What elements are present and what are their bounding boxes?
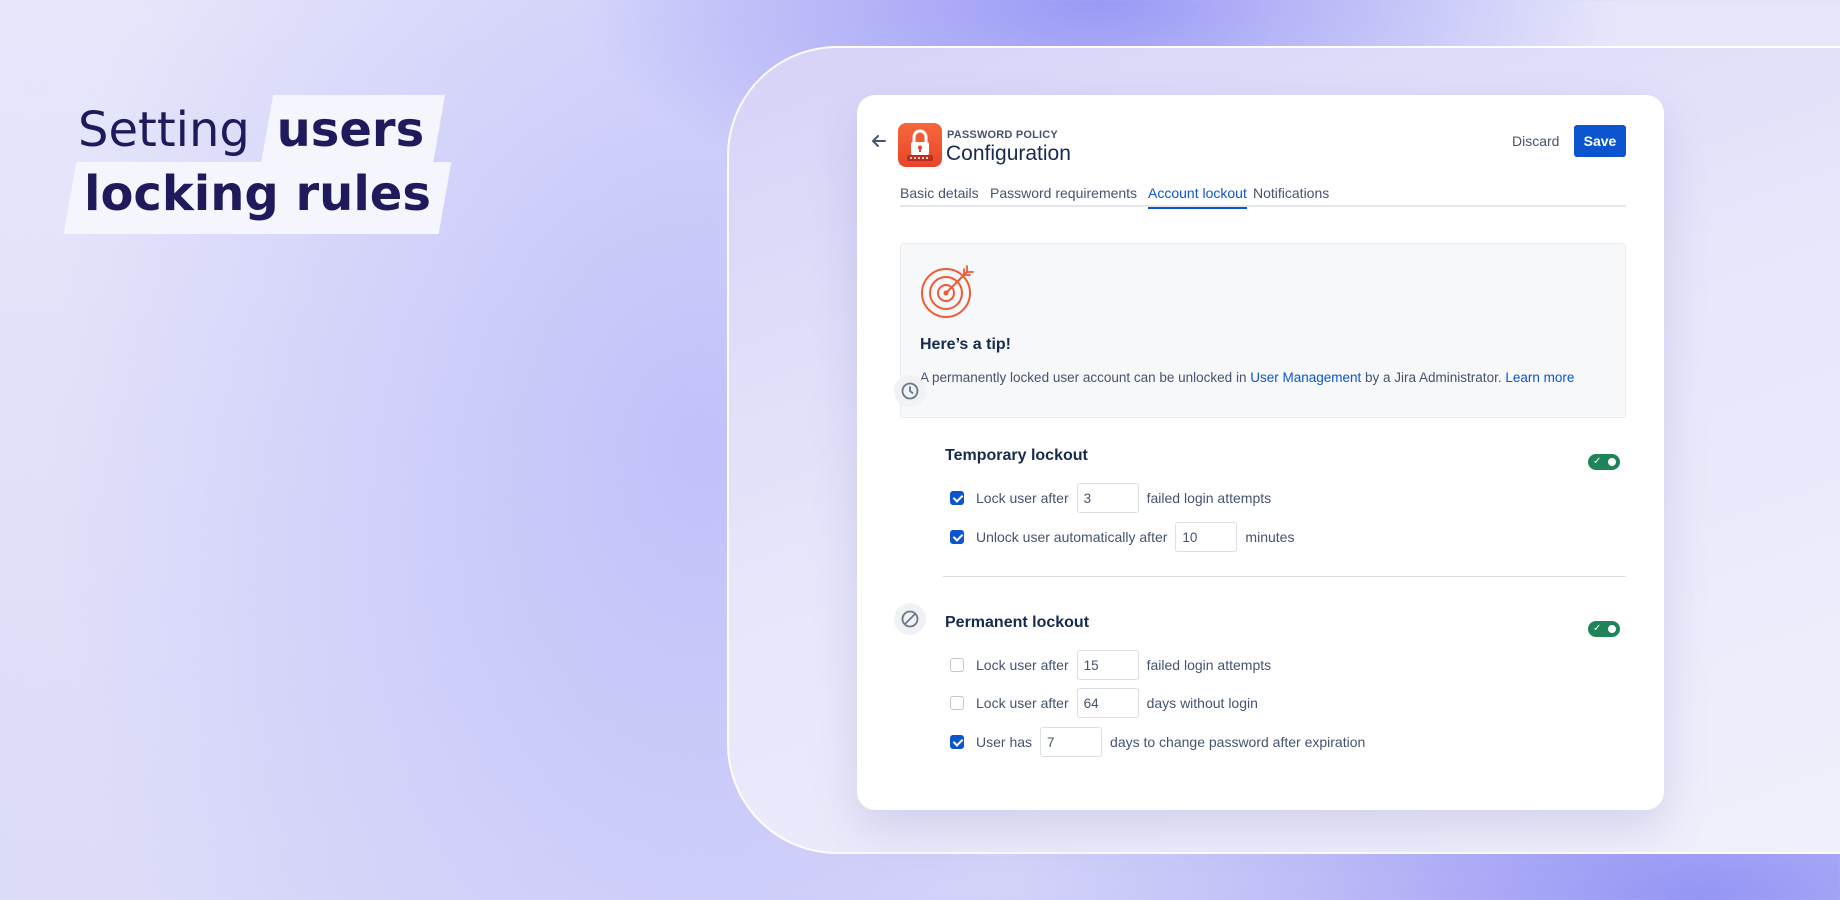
toggle-knob: [1606, 623, 1618, 635]
row-label-before: Lock user after: [976, 695, 1069, 711]
back-arrow-icon[interactable]: [869, 131, 889, 151]
row-label-after: days to change password after expiration: [1110, 734, 1366, 750]
temporary-unlock-checkbox[interactable]: [950, 530, 964, 544]
tip-text-before: A permanently locked user account can be…: [920, 370, 1251, 385]
tip-text: A permanently locked user account can be…: [920, 370, 1574, 385]
permanent-password-expiration-checkbox[interactable]: [950, 735, 964, 749]
tab-basic-details[interactable]: Basic details: [900, 185, 979, 207]
clock-icon: [894, 375, 926, 407]
save-button[interactable]: Save: [1574, 125, 1626, 157]
row-label-before: Unlock user automatically after: [976, 529, 1168, 545]
tab-bar: Basic details Password requirements Acco…: [900, 185, 1626, 209]
row-label-before: User has: [976, 734, 1033, 750]
permanent-days-without-login-input[interactable]: [1076, 688, 1139, 718]
headline-line-1: Setting users: [78, 96, 445, 164]
row-label-after: failed login attempts: [1146, 657, 1272, 673]
temporary-lockout-toggle[interactable]: ✓: [1588, 454, 1620, 470]
permanent-lockout-title: Permanent lockout: [945, 614, 1090, 631]
row-label-after: minutes: [1245, 529, 1295, 545]
target-icon: [921, 265, 974, 318]
lock-app-icon: [898, 123, 942, 167]
check-icon: ✓: [1593, 623, 1602, 634]
headline-highlight-users: users: [267, 96, 439, 164]
permanent-row-lock-attempts: Lock user after failed login attempts: [950, 650, 1271, 680]
page-title: Configuration: [946, 142, 1071, 165]
headline-text-setting: Setting: [78, 102, 250, 158]
row-label-before: Lock user after: [976, 490, 1069, 506]
temporary-lock-attempts-checkbox[interactable]: [950, 491, 964, 505]
marketing-headline: Setting users locking rules: [78, 96, 445, 228]
app-category-label: PASSWORD POLICY: [947, 129, 1058, 141]
permanent-lockout-toggle[interactable]: ✓: [1588, 621, 1620, 637]
section-divider: [943, 576, 1626, 577]
row-label-before: Lock user after: [976, 657, 1069, 673]
toggle-knob: [1606, 456, 1618, 468]
block-icon: [894, 603, 926, 635]
learn-more-link[interactable]: Learn more: [1505, 370, 1574, 385]
headline-text-locking-rules: locking rules: [84, 166, 431, 222]
permanent-row-password-expiration: User has days to change password after e…: [950, 727, 1365, 757]
permanent-lock-attempts-checkbox[interactable]: [950, 658, 964, 672]
temporary-row-unlock-minutes: Unlock user automatically after minutes: [950, 522, 1294, 552]
tip-text-middle: by a Jira Administrator.: [1361, 370, 1506, 385]
permanent-password-expiration-input[interactable]: [1040, 727, 1103, 757]
permanent-days-without-login-checkbox[interactable]: [950, 696, 964, 710]
temporary-row-lock-attempts: Lock user after failed login attempts: [950, 483, 1271, 513]
discard-button[interactable]: Discard: [1512, 133, 1559, 149]
headline-text-users: users: [276, 102, 425, 158]
permanent-lock-attempts-input[interactable]: [1076, 650, 1139, 680]
tab-password-requirements[interactable]: Password requirements: [990, 185, 1137, 207]
user-management-link[interactable]: User Management: [1250, 370, 1361, 385]
temporary-unlock-minutes-input[interactable]: [1175, 522, 1238, 552]
row-label-after: failed login attempts: [1146, 490, 1272, 506]
tab-account-lockout[interactable]: Account lockout: [1148, 185, 1247, 209]
temporary-lockout-title: Temporary lockout: [945, 447, 1088, 464]
temporary-lock-attempts-input[interactable]: [1076, 483, 1139, 513]
configuration-card: PASSWORD POLICY Configuration Discard Sa…: [857, 95, 1664, 810]
row-label-after: days without login: [1146, 695, 1258, 711]
permanent-row-days-without-login: Lock user after days without login: [950, 688, 1258, 718]
tip-title: Here’s a tip!: [920, 336, 1011, 353]
tab-notifications[interactable]: Notifications: [1253, 185, 1329, 207]
tip-panel: Here’s a tip! A permanently locked user …: [900, 243, 1626, 418]
headline-highlight-locking-rules: locking rules: [66, 160, 445, 228]
headline-line-2: locking rules: [78, 160, 445, 228]
check-icon: ✓: [1593, 456, 1602, 467]
